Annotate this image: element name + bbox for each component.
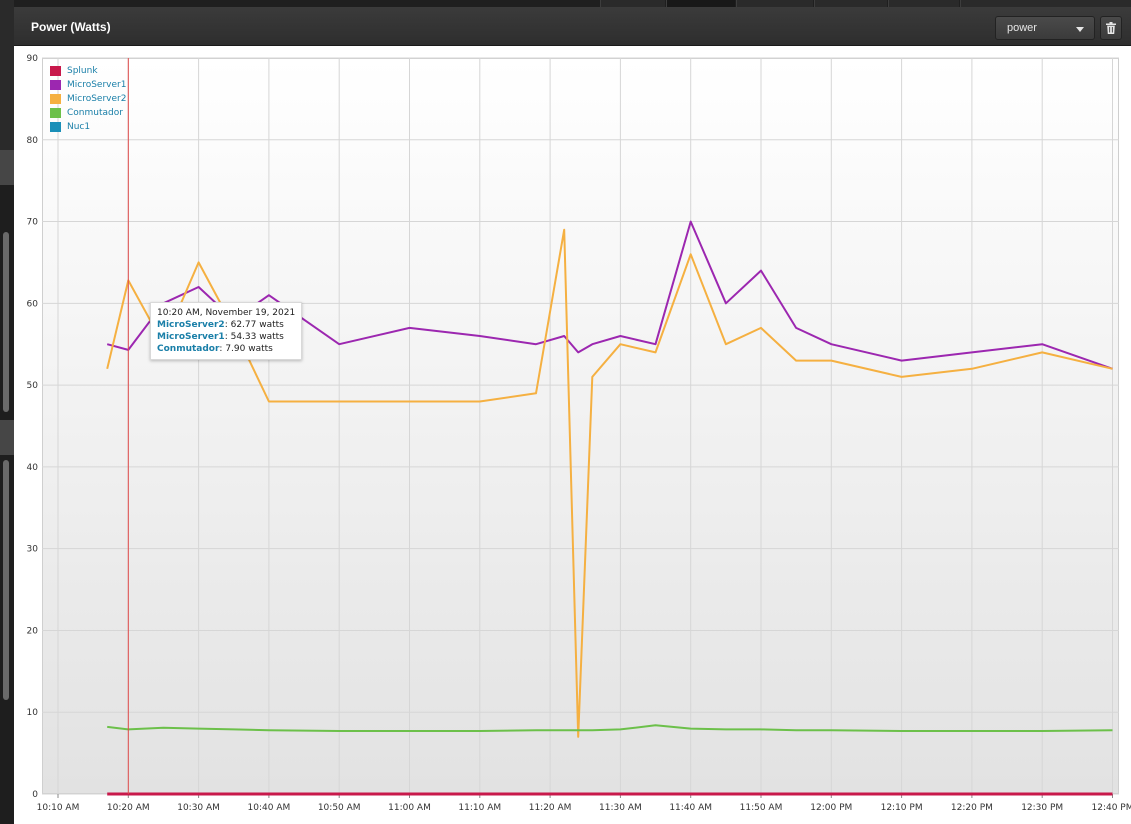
legend-label: Splunk bbox=[67, 66, 98, 76]
top-tab-strip bbox=[14, 0, 1131, 7]
x-tick-label: 10:30 AM bbox=[177, 803, 220, 813]
metric-select-value: power bbox=[1007, 22, 1037, 34]
x-tick-label: 10:50 AM bbox=[318, 803, 361, 813]
x-tick-label: 10:10 AM bbox=[37, 803, 80, 813]
tab-strip-tab[interactable] bbox=[666, 0, 735, 7]
chevron-down-icon bbox=[1076, 27, 1084, 32]
legend-item-splunk[interactable]: Splunk bbox=[50, 64, 126, 78]
y-tick-label: 10 bbox=[27, 708, 39, 718]
x-tick-label: 10:40 AM bbox=[248, 803, 291, 813]
legend-swatch bbox=[50, 122, 61, 132]
tooltip-row: Conmutador: 7.90 watts bbox=[157, 344, 273, 354]
x-tick-label: 11:50 AM bbox=[740, 803, 783, 813]
x-tick-label: 11:00 AM bbox=[388, 803, 431, 813]
tooltip-series-value: 7.90 watts bbox=[225, 344, 273, 354]
legend-label: MicroServer1 bbox=[67, 80, 127, 90]
legend-label: Nuc1 bbox=[67, 122, 91, 132]
x-tick-label: 11:40 AM bbox=[669, 803, 712, 813]
tooltip-timestamp: 10:20 AM, November 19, 2021 bbox=[157, 308, 296, 318]
delete-panel-button[interactable] bbox=[1100, 16, 1122, 40]
legend-label: Conmutador bbox=[67, 108, 123, 118]
y-tick-label: 60 bbox=[27, 299, 39, 309]
legend-item-conmutador[interactable]: Conmutador bbox=[50, 106, 126, 120]
tab-strip-tab[interactable] bbox=[736, 0, 813, 7]
legend-label: MicroServer2 bbox=[67, 94, 127, 104]
x-tick-label: 11:10 AM bbox=[458, 803, 501, 813]
left-pane-scrollbar[interactable] bbox=[3, 232, 9, 412]
y-tick-label: 80 bbox=[27, 136, 39, 146]
legend-swatch bbox=[50, 80, 61, 90]
tooltip-series-value: 62.77 watts bbox=[230, 320, 284, 330]
y-tick-label: 50 bbox=[27, 381, 39, 391]
left-pane-edge bbox=[0, 0, 14, 824]
x-tick-label: 10:20 AM bbox=[107, 803, 150, 813]
legend-swatch bbox=[50, 94, 61, 104]
tooltip-series-name: MicroServer1 bbox=[157, 332, 225, 342]
panel-title: Power (Watts) bbox=[31, 20, 111, 34]
tooltip-series-value: 54.33 watts bbox=[230, 332, 284, 342]
legend-item-microserver2[interactable]: MicroServer2 bbox=[50, 92, 126, 106]
x-tick-label: 12:40 PM bbox=[1092, 803, 1131, 813]
tab-strip-tab[interactable] bbox=[888, 0, 959, 7]
x-tick-label: 11:30 AM bbox=[599, 803, 642, 813]
tab-strip-tab[interactable] bbox=[960, 0, 1131, 7]
tab-strip-tab[interactable] bbox=[814, 0, 887, 7]
metric-select[interactable]: power bbox=[995, 16, 1095, 40]
y-tick-label: 30 bbox=[27, 545, 39, 555]
tooltip-series-name: Conmutador bbox=[157, 344, 220, 354]
legend-item-microserver1[interactable]: MicroServer1 bbox=[50, 78, 126, 92]
x-tick-label: 11:20 AM bbox=[529, 803, 572, 813]
x-tick-label: 12:30 PM bbox=[1021, 803, 1063, 813]
series-line-conmutador bbox=[107, 724, 1113, 732]
tab-strip-tab[interactable] bbox=[600, 0, 665, 7]
x-tick-label: 12:10 PM bbox=[881, 803, 923, 813]
y-tick-label: 40 bbox=[27, 463, 39, 473]
chart-legend: Splunk MicroServer1 MicroServer2 Conmutador… bbox=[50, 64, 126, 134]
y-tick-label: 90 bbox=[27, 54, 39, 64]
x-tick-label: 12:00 PM bbox=[810, 803, 852, 813]
tooltip-series-name: MicroServer2 bbox=[157, 320, 225, 330]
left-pane-scrollbar-lower[interactable] bbox=[3, 460, 9, 700]
hover-tooltip: 10:20 AM, November 19, 2021 MicroServer2… bbox=[150, 302, 303, 360]
y-tick-label: 20 bbox=[27, 626, 39, 636]
x-tick-label: 12:20 PM bbox=[951, 803, 993, 813]
legend-swatch bbox=[50, 66, 61, 76]
legend-item-nuc1[interactable]: Nuc1 bbox=[50, 120, 126, 134]
tooltip-row: MicroServer2: 62.77 watts bbox=[157, 320, 284, 330]
power-line-chart[interactable]: 0 10 20 30 40 50 60 70 80 90 10:10 AM 10:20 AM 10:30… bbox=[14, 46, 1131, 824]
trash-icon bbox=[1106, 22, 1116, 34]
y-tick-label: 70 bbox=[27, 218, 39, 228]
legend-swatch bbox=[50, 108, 61, 118]
tooltip-row: MicroServer1: 54.33 watts bbox=[157, 332, 284, 342]
y-tick-label: 0 bbox=[32, 790, 38, 800]
app-window: Power (Watts) power 0 10 20 30 40 50 60 70 80 90 1… bbox=[0, 0, 1131, 824]
panel-header: Power (Watts) power bbox=[14, 7, 1131, 46]
chart-panel: 0 10 20 30 40 50 60 70 80 90 10:10 AM 10:20 AM 10:30… bbox=[14, 46, 1131, 824]
